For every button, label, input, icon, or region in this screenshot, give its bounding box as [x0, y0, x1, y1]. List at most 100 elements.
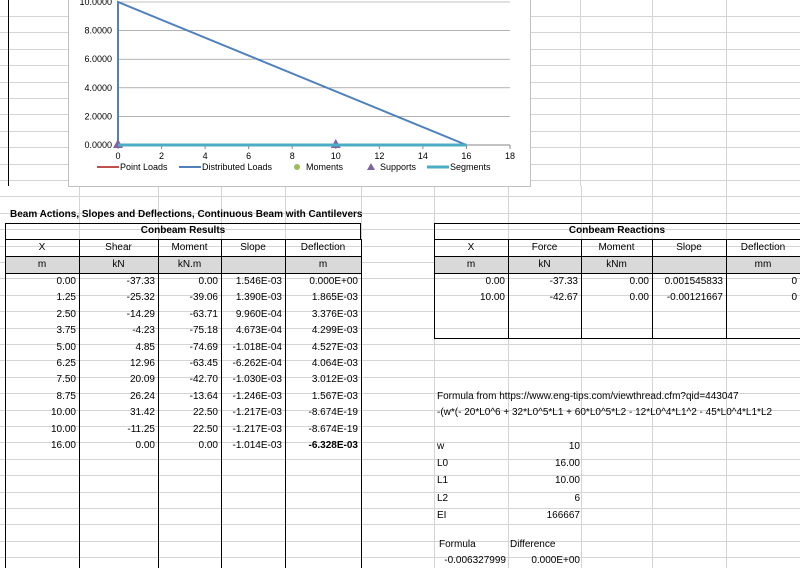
results-cell[interactable]: 20.09 [79, 372, 155, 388]
difference-value[interactable]: 0.000E+00 [508, 553, 580, 569]
results-cell[interactable]: 3.376E-03 [285, 307, 358, 323]
results-unit-1[interactable]: kN [79, 257, 158, 273]
results-cell[interactable]: 10.00 [5, 422, 76, 438]
results-cell[interactable]: 8.75 [5, 389, 76, 405]
beam-load-chart[interactable]: 10.0000 8.0000 6.0000 4.0000 2.0000 0.0000 0 2 4… [68, 0, 531, 187]
reactions-unit-1[interactable]: kN [508, 257, 581, 273]
param-name[interactable]: L2 [437, 491, 497, 507]
formula-header[interactable]: Formula [439, 537, 476, 553]
param-value[interactable]: 10.00 [508, 473, 580, 489]
results-cell[interactable]: -42.70 [158, 372, 218, 388]
reactions-header-3[interactable]: Slope [652, 240, 726, 256]
results-cell[interactable]: -13.64 [158, 389, 218, 405]
results-cell[interactable]: -4.23 [79, 323, 155, 339]
results-cell[interactable]: 26.24 [79, 389, 155, 405]
param-value[interactable]: 6 [508, 491, 580, 507]
difference-header[interactable]: Difference [510, 537, 555, 553]
results-cell[interactable]: -75.18 [158, 323, 218, 339]
results-cell[interactable]: -8.674E-19 [285, 422, 358, 438]
results-cell[interactable]: -1.018E-04 [221, 340, 282, 356]
results-cell[interactable]: 4.064E-03 [285, 356, 358, 372]
results-cell[interactable]: -11.25 [79, 422, 155, 438]
results-cell[interactable]: 22.50 [158, 405, 218, 421]
results-cell[interactable]: -25.32 [79, 290, 155, 306]
param-value[interactable]: 16.00 [508, 456, 580, 472]
results-cell[interactable]: 0.00 [158, 438, 218, 454]
results-cell[interactable]: 7.50 [5, 372, 76, 388]
results-cell[interactable]: -1.014E-03 [221, 438, 282, 454]
results-unit-2[interactable]: kN.m [158, 257, 221, 273]
results-cell[interactable]: 1.546E-03 [221, 274, 282, 290]
results-cell[interactable]: -6.328E-03 [285, 438, 358, 454]
results-cell[interactable]: -1.217E-03 [221, 405, 282, 421]
param-value[interactable]: 10 [508, 439, 580, 455]
reactions-header-0[interactable]: X [434, 240, 508, 256]
results-header-3[interactable]: Slope [221, 240, 285, 256]
reactions-cell[interactable]: 0.001545833 [652, 274, 723, 290]
results-cell[interactable]: 4.85 [79, 340, 155, 356]
reactions-unit-4[interactable]: mm [726, 257, 800, 273]
results-cell[interactable]: 1.390E-03 [221, 290, 282, 306]
results-cell[interactable]: 0.00 [5, 274, 76, 290]
results-cell[interactable]: -1.246E-03 [221, 389, 282, 405]
reactions-cell[interactable]: 0 [726, 274, 797, 290]
results-cell[interactable]: -63.71 [158, 307, 218, 323]
results-cell[interactable]: -8.674E-19 [285, 405, 358, 421]
results-cell[interactable]: -1.217E-03 [221, 422, 282, 438]
param-value[interactable]: 166667 [508, 508, 580, 524]
results-cell[interactable]: 0.00 [158, 274, 218, 290]
reactions-cell[interactable]: 0.00 [581, 274, 649, 290]
results-header-1[interactable]: Shear [79, 240, 158, 256]
results-cell[interactable]: 9.960E-04 [221, 307, 282, 323]
results-header-2[interactable]: Moment [158, 240, 221, 256]
results-cell[interactable]: 5.00 [5, 340, 76, 356]
results-unit-3[interactable] [221, 257, 285, 273]
results-unit-4[interactable]: m [285, 257, 361, 273]
reactions-unit-3[interactable] [652, 257, 726, 273]
results-cell[interactable]: 16.00 [5, 438, 76, 454]
reactions-unit-0[interactable]: m [434, 257, 508, 273]
results-cell[interactable]: 3.75 [5, 323, 76, 339]
results-cell[interactable]: 2.50 [5, 307, 76, 323]
results-cell[interactable]: 6.25 [5, 356, 76, 372]
results-cell[interactable]: 22.50 [158, 422, 218, 438]
param-name[interactable]: L0 [437, 456, 497, 472]
formula-source-note[interactable]: Formula from https://www.eng-tips.com/vi… [437, 389, 739, 405]
results-cell[interactable]: 0.00 [79, 438, 155, 454]
reactions-header-4[interactable]: Deflection [726, 240, 800, 256]
reactions-cell[interactable]: -0.00121667 [652, 290, 723, 306]
results-cell[interactable]: 1.567E-03 [285, 389, 358, 405]
reactions-cell[interactable]: 0.00 [434, 274, 505, 290]
results-cell[interactable]: 4.673E-04 [221, 323, 282, 339]
reactions-header-2[interactable]: Moment [581, 240, 652, 256]
results-cell[interactable]: -14.29 [79, 307, 155, 323]
reactions-unit-2[interactable]: kNm [581, 257, 652, 273]
reactions-cell[interactable]: -37.33 [508, 274, 578, 290]
reactions-cell[interactable]: -42.67 [508, 290, 578, 306]
results-cell[interactable]: -74.69 [158, 340, 218, 356]
results-cell[interactable]: 1.25 [5, 290, 76, 306]
results-cell[interactable]: -6.262E-04 [221, 356, 282, 372]
param-name[interactable]: w [437, 439, 497, 455]
param-name[interactable]: L1 [437, 473, 497, 489]
results-cell[interactable]: 10.00 [5, 405, 76, 421]
results-cell[interactable]: -63.45 [158, 356, 218, 372]
formula-value[interactable]: -0.006327999 [430, 553, 506, 569]
results-cell[interactable]: -37.33 [79, 274, 155, 290]
reactions-cell[interactable]: 0.00 [581, 290, 649, 306]
formula-text[interactable]: -(w*(- 20*L0^6 + 32*L0^5*L1 + 60*L0^5*L2… [437, 405, 800, 421]
results-cell[interactable]: 4.299E-03 [285, 323, 358, 339]
results-cell[interactable]: 1.865E-03 [285, 290, 358, 306]
reactions-header-1[interactable]: Force [508, 240, 581, 256]
results-cell[interactable]: -1.030E-03 [221, 372, 282, 388]
reactions-cell[interactable]: 10.00 [434, 290, 505, 306]
results-unit-0[interactable]: m [5, 257, 79, 273]
results-cell[interactable]: 4.527E-03 [285, 340, 358, 356]
param-name[interactable]: EI [437, 508, 497, 524]
results-cell[interactable]: 31.42 [79, 405, 155, 421]
reactions-cell[interactable]: 0 [726, 290, 797, 306]
results-cell[interactable]: 3.012E-03 [285, 372, 358, 388]
results-cell[interactable]: 12.96 [79, 356, 155, 372]
results-header-4[interactable]: Deflection [285, 240, 361, 256]
results-header-0[interactable]: X [5, 240, 79, 256]
